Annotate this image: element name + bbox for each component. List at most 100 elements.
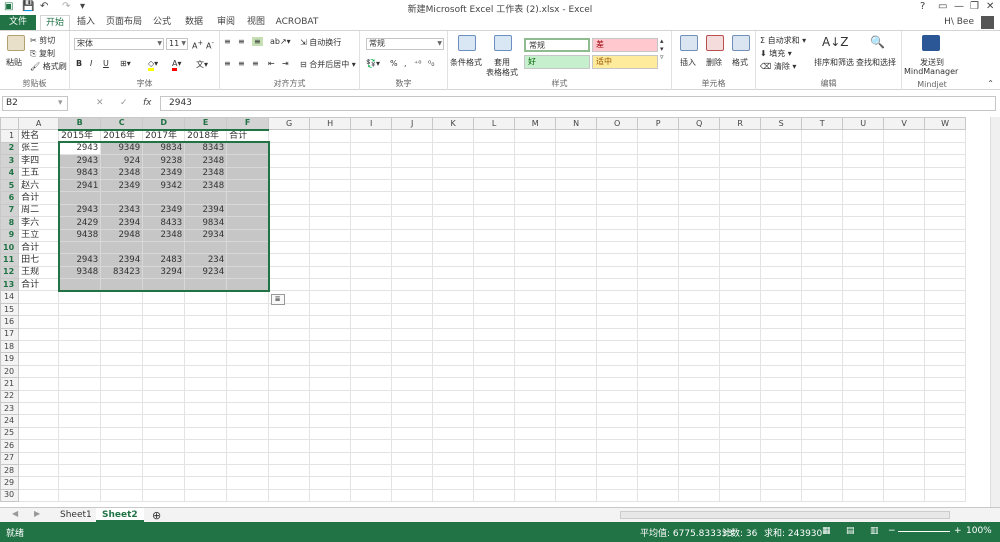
cell[interactable]: 田七 xyxy=(18,253,60,267)
cell[interactable] xyxy=(432,488,475,503)
cell[interactable] xyxy=(719,302,762,317)
cell[interactable] xyxy=(883,414,926,428)
cell[interactable] xyxy=(719,166,762,180)
cell[interactable] xyxy=(432,401,475,416)
cell[interactable] xyxy=(883,476,926,490)
cell[interactable] xyxy=(350,340,393,354)
cell[interactable] xyxy=(678,166,721,180)
fill-button[interactable]: ⬇ 填充 ▾ xyxy=(760,48,792,59)
cell[interactable] xyxy=(18,463,60,478)
cell[interactable] xyxy=(58,278,102,292)
ribbon-tab[interactable]: 插入 xyxy=(72,15,100,30)
cell[interactable]: 8433 xyxy=(142,216,186,230)
row-header[interactable]: 6 xyxy=(0,191,20,205)
cell[interactable] xyxy=(678,129,721,143)
cell[interactable] xyxy=(760,327,803,342)
cell[interactable] xyxy=(432,216,475,230)
cell[interactable] xyxy=(58,327,102,342)
cell[interactable] xyxy=(801,451,844,465)
cell[interactable] xyxy=(924,401,967,416)
format-cells-icon[interactable] xyxy=(732,35,750,51)
cell[interactable] xyxy=(226,315,270,329)
cell[interactable] xyxy=(596,166,639,180)
cell[interactable] xyxy=(100,290,144,304)
cell[interactable] xyxy=(514,216,557,230)
cell[interactable] xyxy=(596,253,639,267)
cell[interactable] xyxy=(100,439,144,453)
ribbon-options-icon[interactable]: ▭ xyxy=(938,1,947,12)
cell[interactable] xyxy=(883,166,926,180)
cell[interactable] xyxy=(142,377,186,391)
copy-button[interactable]: ⎘ 复制 xyxy=(30,48,55,59)
cell[interactable] xyxy=(637,253,680,267)
cell[interactable] xyxy=(142,414,186,428)
cell[interactable] xyxy=(58,463,102,478)
cell[interactable] xyxy=(842,154,885,168)
cell[interactable] xyxy=(391,228,434,242)
cell[interactable] xyxy=(719,216,762,230)
cell[interactable] xyxy=(555,129,598,143)
cell[interactable] xyxy=(719,340,762,354)
cell[interactable] xyxy=(514,154,557,168)
cell[interactable] xyxy=(226,240,270,255)
cell[interactable] xyxy=(184,278,228,292)
cell[interactable]: 2943 xyxy=(58,154,102,168)
cell[interactable] xyxy=(801,302,844,317)
cell[interactable] xyxy=(142,426,186,441)
cell[interactable] xyxy=(142,327,186,342)
cell[interactable] xyxy=(637,488,680,503)
cell[interactable] xyxy=(226,178,270,193)
cell[interactable] xyxy=(596,141,639,156)
cell[interactable] xyxy=(391,154,434,168)
cell[interactable]: 2016年 xyxy=(100,129,144,143)
cell[interactable] xyxy=(514,439,557,453)
cell[interactable] xyxy=(226,203,270,218)
insert-cells-button[interactable]: 插入 xyxy=(680,57,696,68)
cell[interactable] xyxy=(473,488,516,503)
cell[interactable] xyxy=(350,302,393,317)
cell[interactable] xyxy=(596,476,639,490)
cell[interactable] xyxy=(432,426,475,441)
cell[interactable] xyxy=(350,352,393,366)
cell[interactable] xyxy=(842,178,885,193)
cell[interactable]: 2483 xyxy=(142,253,186,267)
cell[interactable] xyxy=(432,377,475,391)
column-header[interactable]: K xyxy=(432,117,475,131)
ribbon-tab[interactable]: 数据 xyxy=(180,15,208,30)
cell[interactable] xyxy=(678,154,721,168)
cell[interactable] xyxy=(350,389,393,404)
percent-icon[interactable]: % xyxy=(390,59,398,68)
cell[interactable] xyxy=(184,352,228,366)
cell[interactable] xyxy=(184,439,228,453)
paste-button[interactable]: 粘贴 xyxy=(6,57,22,68)
cell[interactable] xyxy=(801,377,844,391)
normal-view-icon[interactable]: ▦ xyxy=(822,526,831,536)
cell[interactable] xyxy=(350,166,393,180)
cell[interactable] xyxy=(268,439,311,453)
column-header[interactable]: T xyxy=(801,117,844,131)
cell[interactable] xyxy=(514,488,557,503)
cell[interactable] xyxy=(473,327,516,342)
cell[interactable] xyxy=(596,364,639,379)
cell[interactable] xyxy=(801,315,844,329)
cell[interactable] xyxy=(842,228,885,242)
sort-filter-button[interactable]: 排序和筛选 xyxy=(814,57,854,68)
cell[interactable] xyxy=(432,228,475,242)
cell[interactable] xyxy=(924,154,967,168)
cell[interactable] xyxy=(18,302,60,317)
cell[interactable] xyxy=(555,302,598,317)
cell[interactable] xyxy=(268,278,311,292)
decrease-decimal-icon[interactable]: ⁰₀ xyxy=(428,59,434,68)
cell[interactable] xyxy=(801,240,844,255)
row-header[interactable]: 21 xyxy=(0,377,20,391)
cell[interactable] xyxy=(801,414,844,428)
close-icon[interactable]: ✕ xyxy=(986,1,994,12)
style-neutral[interactable]: 适中 xyxy=(592,55,658,69)
cell[interactable] xyxy=(473,178,516,193)
cell[interactable] xyxy=(58,240,102,255)
cell[interactable] xyxy=(184,414,228,428)
cell[interactable] xyxy=(842,327,885,342)
cell[interactable] xyxy=(637,265,680,280)
cell[interactable] xyxy=(883,377,926,391)
cell[interactable] xyxy=(100,278,144,292)
